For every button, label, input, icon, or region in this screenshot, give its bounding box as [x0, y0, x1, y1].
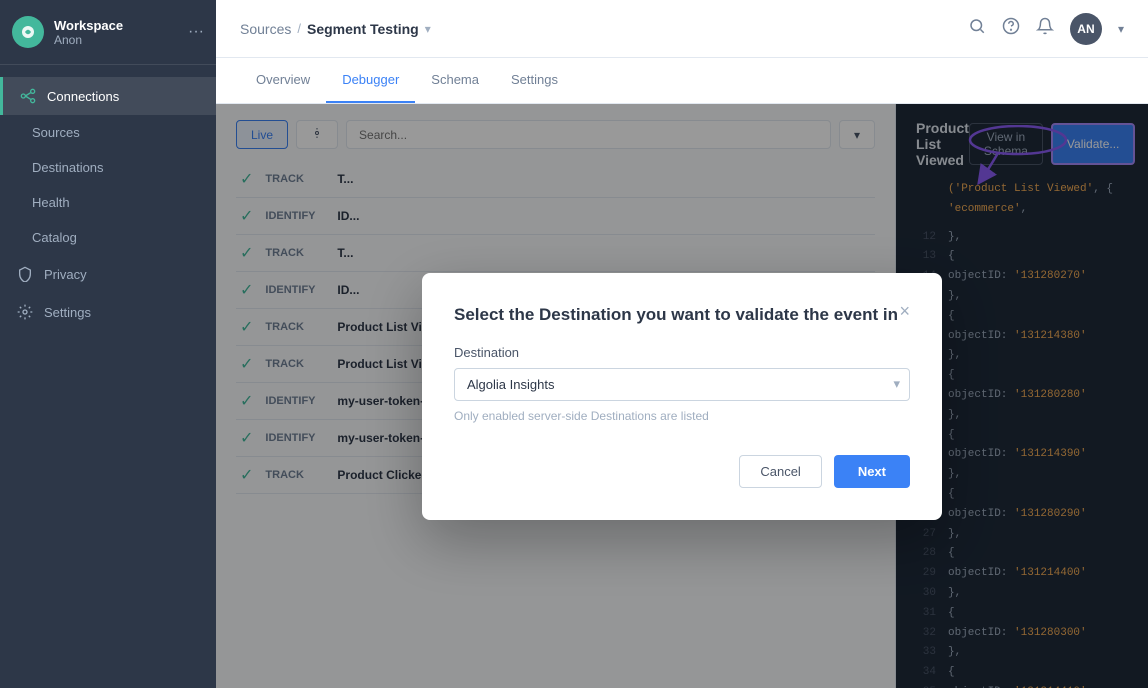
modal-close-button[interactable]: ×	[899, 301, 910, 322]
sidebar: Workspace Anon ··· Connections Sources D…	[0, 0, 216, 688]
sidebar-item-catalog[interactable]: Catalog	[0, 220, 216, 255]
notifications-icon[interactable]	[1036, 17, 1054, 40]
sidebar-item-connections[interactable]: Connections	[0, 77, 216, 115]
sidebar-header: Workspace Anon ···	[0, 0, 216, 65]
sidebar-brand: Workspace Anon	[54, 18, 178, 47]
destination-select[interactable]: Algolia Insights Google Analytics Segmen…	[454, 368, 910, 401]
breadcrumb-dropdown-icon[interactable]: ▾	[425, 22, 431, 36]
help-icon[interactable]	[1002, 17, 1020, 40]
modal-dialog: Select the Destination you want to valid…	[422, 273, 942, 520]
sidebar-item-sources[interactable]: Sources	[0, 115, 216, 150]
modal-footer: Cancel Next	[454, 455, 910, 488]
sidebar-item-destinations[interactable]: Destinations	[0, 150, 216, 185]
app-logo[interactable]	[12, 16, 44, 48]
modal-title: Select the Destination you want to valid…	[454, 305, 899, 325]
catalog-label: Catalog	[32, 230, 77, 245]
sidebar-menu-icon[interactable]: ···	[188, 23, 204, 41]
sources-label: Sources	[32, 125, 80, 140]
privacy-icon	[16, 265, 34, 283]
connections-label: Connections	[47, 89, 119, 104]
connections-icon	[19, 87, 37, 105]
sidebar-item-privacy[interactable]: Privacy	[0, 255, 216, 293]
main-content: Sources / Segment Testing ▾ AN ▾	[216, 0, 1148, 688]
search-icon[interactable]	[968, 17, 986, 40]
workspace-sub: Anon	[54, 33, 178, 47]
topbar: Sources / Segment Testing ▾ AN ▾	[216, 0, 1148, 58]
settings-label: Settings	[44, 305, 91, 320]
privacy-label: Privacy	[44, 267, 87, 282]
health-label: Health	[32, 195, 70, 210]
topbar-icons: AN ▾	[968, 13, 1124, 45]
tabs-bar: Overview Debugger Schema Settings	[216, 58, 1148, 104]
avatar[interactable]: AN	[1070, 13, 1102, 45]
avatar-dropdown-icon[interactable]: ▾	[1118, 22, 1124, 36]
settings-icon	[16, 303, 34, 321]
tab-debugger[interactable]: Debugger	[326, 58, 415, 103]
tab-settings[interactable]: Settings	[495, 58, 574, 103]
next-button[interactable]: Next	[834, 455, 910, 488]
destinations-label: Destinations	[32, 160, 104, 175]
sidebar-item-health[interactable]: Health	[0, 185, 216, 220]
cancel-button[interactable]: Cancel	[739, 455, 821, 488]
breadcrumb-separator: /	[297, 21, 301, 36]
content-area: Live ▾ ✓ TRACK T...	[216, 104, 1148, 688]
modal-hint: Only enabled server-side Destinations ar…	[454, 409, 910, 423]
tab-schema[interactable]: Schema	[415, 58, 495, 103]
breadcrumb: Sources / Segment Testing ▾	[240, 21, 960, 37]
breadcrumb-current: Segment Testing	[307, 21, 419, 37]
sidebar-item-settings[interactable]: Settings	[0, 293, 216, 331]
sidebar-nav: Connections Sources Destinations Health …	[0, 65, 216, 343]
modal-select-wrapper: Algolia Insights Google Analytics Segmen…	[454, 368, 910, 401]
modal-overlay: Select the Destination you want to valid…	[216, 104, 1148, 688]
modal-destination-label: Destination	[454, 345, 910, 360]
tab-overview[interactable]: Overview	[240, 58, 326, 103]
breadcrumb-sources[interactable]: Sources	[240, 21, 291, 37]
workspace-name: Workspace	[54, 18, 178, 33]
